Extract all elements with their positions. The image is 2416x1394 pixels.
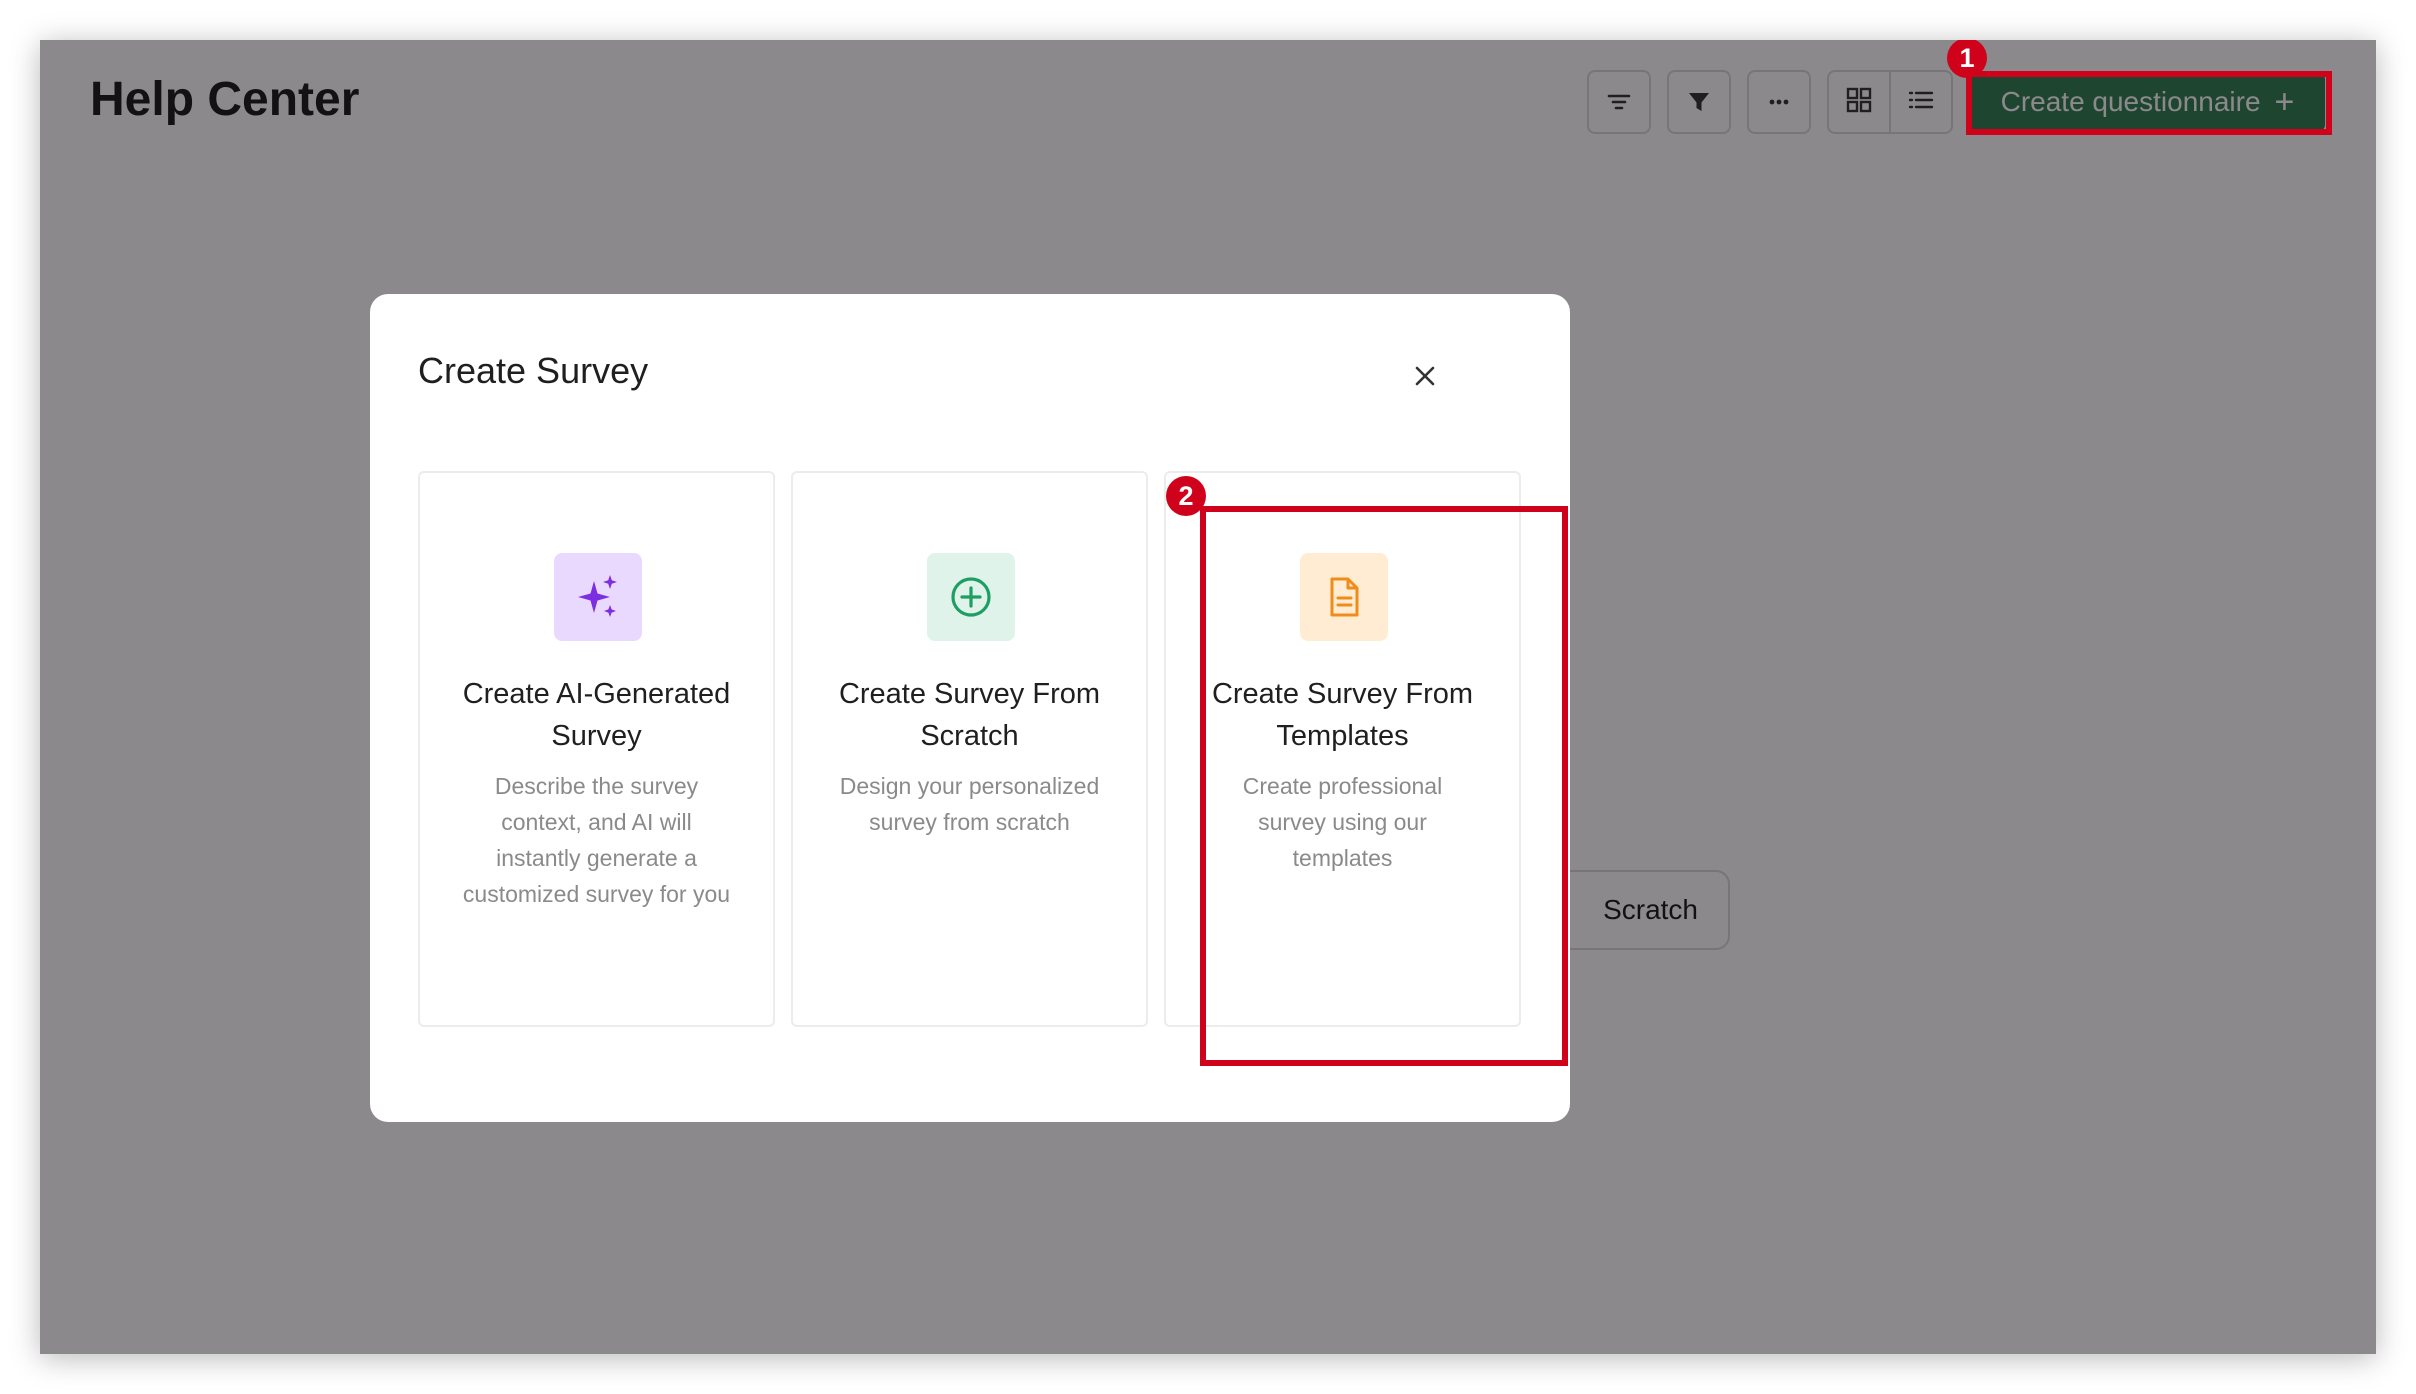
option-description: Design your personalized survey from scr…	[839, 773, 1100, 835]
annotation-badge-2: 2	[1166, 476, 1206, 516]
create-survey-modal: Create Survey Create AI-Generated Survey…	[370, 294, 1570, 1122]
app-window: Help Center Create questionnaire + Scrat…	[40, 40, 2376, 1354]
close-icon	[1413, 364, 1437, 393]
option-from-scratch[interactable]: Create Survey From Scratch Design your p…	[791, 471, 1148, 1027]
annotation-box-1	[1966, 71, 2332, 135]
plus-circle-icon	[927, 553, 1015, 641]
option-ai-generated[interactable]: Create AI-Generated Survey Describe the …	[418, 471, 775, 1027]
annotation-box-2	[1200, 506, 1568, 1066]
modal-title: Create Survey	[418, 350, 649, 391]
option-title: Create Survey From Scratch	[838, 678, 1101, 752]
option-title: Create AI-Generated Survey	[462, 678, 731, 752]
option-description: Describe the survey context, and AI will…	[462, 773, 731, 907]
close-button[interactable]	[1405, 358, 1445, 398]
sparkles-icon	[554, 553, 642, 641]
